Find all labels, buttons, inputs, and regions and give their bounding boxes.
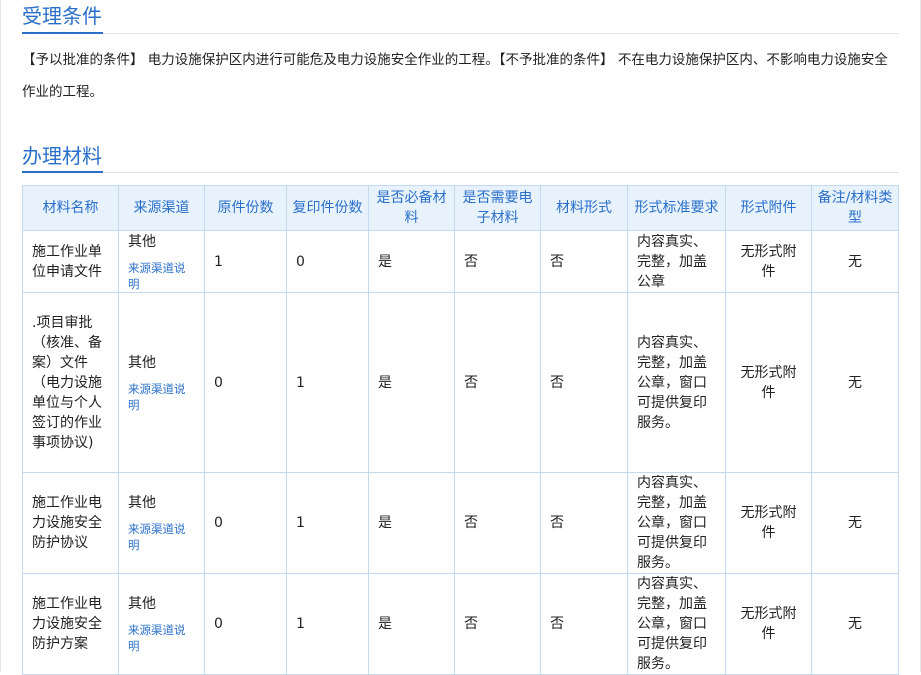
remark: 无 [811, 573, 899, 675]
electronic-flag: 否 [454, 573, 541, 675]
original-count: 0 [204, 573, 287, 675]
source-text: 其他 [128, 495, 156, 511]
source-text: 其他 [128, 596, 156, 612]
form-attachment: 无形式附件 [725, 230, 812, 293]
source-info-link[interactable]: 来源渠道说明 [128, 260, 195, 292]
header-electronic: 是否需要电子材料 [454, 185, 541, 231]
copy-count: 1 [286, 573, 369, 675]
form-flag: 否 [540, 292, 628, 473]
material-name: 施工作业电力设施安全防护方案 [22, 573, 119, 675]
form-standard: 内容真实、完整，加盖公章，窗口可提供复印服务。 [627, 472, 726, 574]
electronic-flag: 否 [454, 472, 541, 574]
header-name: 材料名称 [22, 185, 119, 231]
materials-title: 办理材料 [22, 144, 102, 168]
header-form-std: 形式标准要求 [627, 185, 726, 231]
required-flag: 是 [368, 472, 455, 574]
form-flag: 否 [540, 573, 628, 675]
materials-divider [22, 172, 899, 173]
source-text: 其他 [128, 233, 156, 250]
required-flag: 是 [368, 573, 455, 675]
source-info-link[interactable]: 来源渠道说明 [128, 381, 195, 413]
materials-header-row: 材料名称 来源渠道 原件份数 复印件份数 是否必备材料 是否需要电子材料 材料形… [22, 185, 899, 231]
form-standard: 内容真实、完整，加盖公章，窗口可提供复印服务。 [627, 292, 726, 473]
remark: 无 [811, 472, 899, 574]
materials-table: 材料名称 来源渠道 原件份数 复印件份数 是否必备材料 是否需要电子材料 材料形… [22, 185, 899, 675]
header-original: 原件份数 [204, 185, 287, 231]
electronic-flag: 否 [454, 292, 541, 473]
required-flag: 是 [368, 230, 455, 293]
header-attachment: 形式附件 [725, 185, 812, 231]
table-row: .项目审批（核准、备案）文件（电力设施单位与个人签订的作业事项协议) 其他 来源… [22, 292, 899, 473]
original-count: 0 [204, 292, 287, 473]
remark: 无 [811, 230, 899, 293]
form-flag: 否 [540, 472, 628, 574]
material-name: .项目审批（核准、备案）文件（电力设施单位与个人签订的作业事项协议) [22, 292, 119, 473]
table-row: 施工作业电力设施安全防护协议 其他 来源渠道说明 0 1 是 否 否 内容真实、… [22, 472, 899, 574]
remark: 无 [811, 292, 899, 473]
form-attachment: 无形式附件 [725, 472, 812, 574]
material-name: 施工作业单位申请文件 [22, 230, 119, 293]
header-remark: 备注/材料类型 [811, 185, 899, 231]
conditions-title: 受理条件 [22, 4, 102, 28]
required-flag: 是 [368, 292, 455, 473]
table-row: 施工作业电力设施安全防护方案 其他 来源渠道说明 0 1 是 否 否 内容真实、… [22, 573, 899, 675]
copy-count: 1 [286, 292, 369, 473]
material-source: 其他 来源渠道说明 [118, 292, 205, 473]
form-attachment: 无形式附件 [725, 573, 812, 675]
copy-count: 0 [286, 230, 369, 293]
conditions-text: 【予以批准的条件】 电力设施保护区内进行可能危及电力设施安全作业的工程。【不予批… [22, 52, 888, 100]
source-text: 其他 [128, 354, 156, 371]
materials-title-underline [22, 171, 103, 173]
source-info-link[interactable]: 来源渠道说明 [128, 622, 195, 654]
form-standard: 内容真实、完整，加盖公章 [627, 230, 726, 293]
conditions-title-underline [22, 32, 103, 34]
material-name: 施工作业电力设施安全防护协议 [22, 472, 119, 574]
original-count: 1 [204, 230, 287, 293]
conditions-divider [22, 33, 899, 34]
material-source: 其他 来源渠道说明 [118, 573, 205, 675]
form-standard: 内容真实、完整，加盖公章，窗口可提供复印服务。 [627, 573, 726, 675]
form-flag: 否 [540, 230, 628, 293]
form-attachment: 无形式附件 [725, 292, 812, 473]
table-row: 施工作业单位申请文件 其他 来源渠道说明 1 0 是 否 否 内容真实、完整，加… [22, 230, 899, 293]
header-required: 是否必备材料 [368, 185, 455, 231]
electronic-flag: 否 [454, 230, 541, 293]
header-form: 材料形式 [540, 185, 628, 231]
material-source: 其他 来源渠道说明 [118, 472, 205, 574]
original-count: 0 [204, 472, 287, 574]
copy-count: 1 [286, 472, 369, 574]
source-info-link[interactable]: 来源渠道说明 [128, 521, 195, 553]
material-source: 其他 来源渠道说明 [118, 230, 205, 293]
header-copy: 复印件份数 [286, 185, 369, 231]
header-source: 来源渠道 [118, 185, 205, 231]
